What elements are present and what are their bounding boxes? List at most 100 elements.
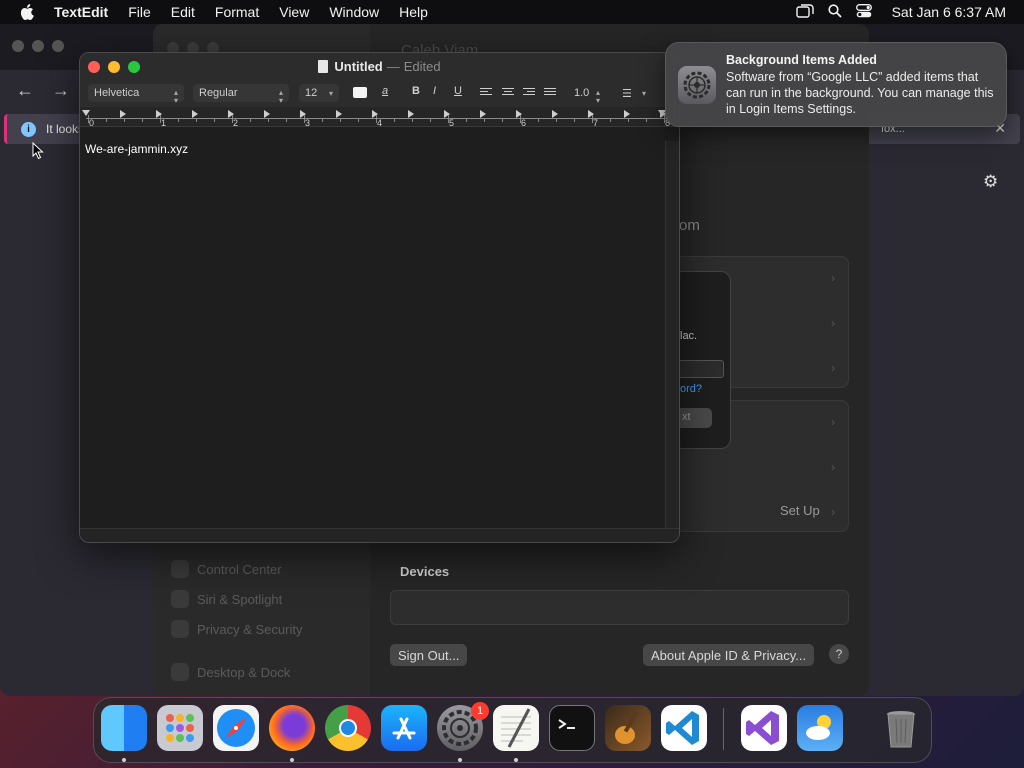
chevron-right-icon[interactable]: ›	[831, 316, 835, 330]
ruler-minor-tick	[394, 118, 395, 122]
tab-stop-marker[interactable]	[336, 110, 342, 118]
browser-close-button[interactable]	[12, 40, 24, 52]
menu-format[interactable]: Format	[205, 0, 269, 24]
textedit-icon[interactable]	[493, 705, 539, 751]
chevron-right-icon[interactable]: ›	[831, 361, 835, 375]
chevron-right-icon[interactable]: ›	[831, 460, 835, 474]
mouse-cursor-icon	[32, 141, 44, 165]
tab-stop-marker[interactable]	[516, 110, 522, 118]
ruler-minor-tick	[646, 118, 647, 122]
list-style-select[interactable]: ☰ ▾	[616, 84, 652, 102]
sidebar-item-control-center[interactable]: Control Center	[171, 560, 282, 578]
tab-stop-marker[interactable]	[300, 110, 306, 118]
terminal-icon[interactable]	[549, 705, 595, 751]
forward-arrow-icon[interactable]: →	[52, 80, 70, 101]
text-background-color-button[interactable]: a	[382, 85, 388, 97]
garageband-icon[interactable]	[605, 705, 651, 751]
notification-body: Software from “Google LLC” added items t…	[726, 70, 994, 116]
underline-button[interactable]: U	[454, 85, 462, 97]
sign-out-button[interactable]: Sign Out...	[390, 644, 468, 666]
trash-icon[interactable]	[878, 705, 924, 751]
chrome-icon[interactable]	[325, 705, 371, 751]
window-switcher-icon[interactable]	[795, 3, 814, 21]
align-center-icon[interactable]	[502, 88, 514, 97]
tab-stop-marker[interactable]	[552, 110, 558, 118]
running-indicator	[514, 758, 518, 762]
textedit-titlebar[interactable]: Untitled — Edited	[80, 53, 679, 81]
finder-icon[interactable]	[101, 705, 147, 751]
ruler-minor-tick	[628, 118, 629, 122]
tab-stop-marker[interactable]	[372, 110, 378, 118]
forgot-password-link[interactable]: ord?	[680, 383, 702, 395]
font-style-select[interactable]: Regular ▴ ▾	[193, 84, 289, 105]
safari-icon[interactable]	[213, 705, 259, 751]
bold-button[interactable]: B	[412, 85, 420, 97]
line-spacing-select[interactable]: 1.0 ▴ ▾	[568, 84, 606, 105]
chevron-right-icon[interactable]: ›	[831, 415, 835, 429]
vertical-scrollbar[interactable]	[665, 141, 679, 529]
ruler-number: 7	[593, 118, 599, 128]
gear-icon[interactable]: ⚙	[983, 172, 998, 192]
align-justify-icon[interactable]	[544, 88, 556, 97]
back-arrow-icon[interactable]: ←	[16, 80, 34, 101]
search-icon[interactable]	[827, 3, 842, 21]
ruler-minor-tick	[502, 118, 503, 122]
vscode-icon[interactable]	[661, 705, 707, 751]
browser-minimize-button[interactable]	[32, 40, 44, 52]
menu-window[interactable]: Window	[319, 0, 389, 24]
weather-icon[interactable]	[797, 705, 843, 751]
help-button[interactable]: ?	[829, 644, 849, 664]
set-up-button[interactable]: Set Up	[780, 503, 820, 518]
menu-help[interactable]: Help	[389, 0, 438, 24]
browser-zoom-button[interactable]	[52, 40, 64, 52]
ruler[interactable]: 012345678	[80, 107, 679, 128]
control-center-app-icon	[171, 560, 189, 578]
chevron-right-icon[interactable]: ›	[831, 271, 835, 285]
text-color-swatch[interactable]	[353, 87, 367, 98]
tab-stop-marker[interactable]	[444, 110, 450, 118]
align-left-icon[interactable]	[480, 88, 492, 97]
document-area[interactable]: We-are-jammin.xyz	[80, 141, 666, 529]
menu-bar: TextEdit File Edit Format View Window He…	[0, 0, 1024, 24]
app-store-icon[interactable]	[381, 705, 427, 751]
menubar-clock[interactable]: Sat Jan 6 6:37 AM	[892, 4, 1006, 20]
ruler-minor-tick	[124, 118, 125, 122]
format-toolbar: Helvetica ▴ ▾ Regular ▴ ▾ 12 ▾ a B I U 1.0 ▴ ▾ …	[80, 81, 679, 107]
ruler-minor-tick	[484, 118, 485, 122]
ruler-minor-tick	[322, 118, 323, 122]
sidebar-item-desktop-dock[interactable]: Desktop & Dock	[171, 663, 290, 681]
devices-list	[390, 590, 849, 625]
background-items-notification[interactable]: Background Items Added Software from “Go…	[665, 42, 1007, 127]
tab-stop-marker[interactable]	[588, 110, 594, 118]
password-field[interactable]	[676, 360, 724, 378]
menu-edit[interactable]: Edit	[161, 0, 205, 24]
horizontal-scrollbar[interactable]	[80, 528, 679, 542]
tab-stop-marker[interactable]	[480, 110, 486, 118]
tab-stop-marker[interactable]	[624, 110, 630, 118]
chevron-right-icon[interactable]: ›	[831, 505, 835, 519]
document-text[interactable]: We-are-jammin.xyz	[85, 142, 188, 156]
tab-stop-marker[interactable]	[156, 110, 162, 118]
font-family-select[interactable]: Helvetica ▴ ▾	[88, 84, 184, 105]
control-center-icon[interactable]	[855, 3, 872, 21]
tab-stop-marker[interactable]	[120, 110, 126, 118]
sidebar-item-siri-spotlight[interactable]: Siri & Spotlight	[171, 590, 282, 608]
about-apple-id-button[interactable]: About Apple ID & Privacy...	[643, 644, 815, 666]
menu-app-textedit[interactable]: TextEdit	[54, 0, 118, 24]
launchpad-icon[interactable]	[157, 705, 203, 751]
italic-button[interactable]: I	[433, 85, 436, 97]
tab-stop-marker[interactable]	[192, 110, 198, 118]
ruler-minor-tick	[142, 118, 143, 122]
font-size-select[interactable]: 12 ▾	[299, 84, 339, 102]
visual-studio-icon[interactable]	[741, 705, 787, 751]
menu-view[interactable]: View	[269, 0, 319, 24]
browser-window-controls	[12, 40, 64, 52]
align-right-icon[interactable]	[523, 88, 535, 97]
menu-file[interactable]: File	[118, 0, 161, 24]
tab-stop-marker[interactable]	[408, 110, 414, 118]
firefox-icon[interactable]	[269, 705, 315, 751]
apple-menu-icon[interactable]	[0, 4, 54, 20]
tab-stop-marker[interactable]	[264, 110, 270, 118]
sidebar-item-privacy-security[interactable]: Privacy & Security	[171, 620, 302, 638]
tab-stop-marker[interactable]	[228, 110, 234, 118]
